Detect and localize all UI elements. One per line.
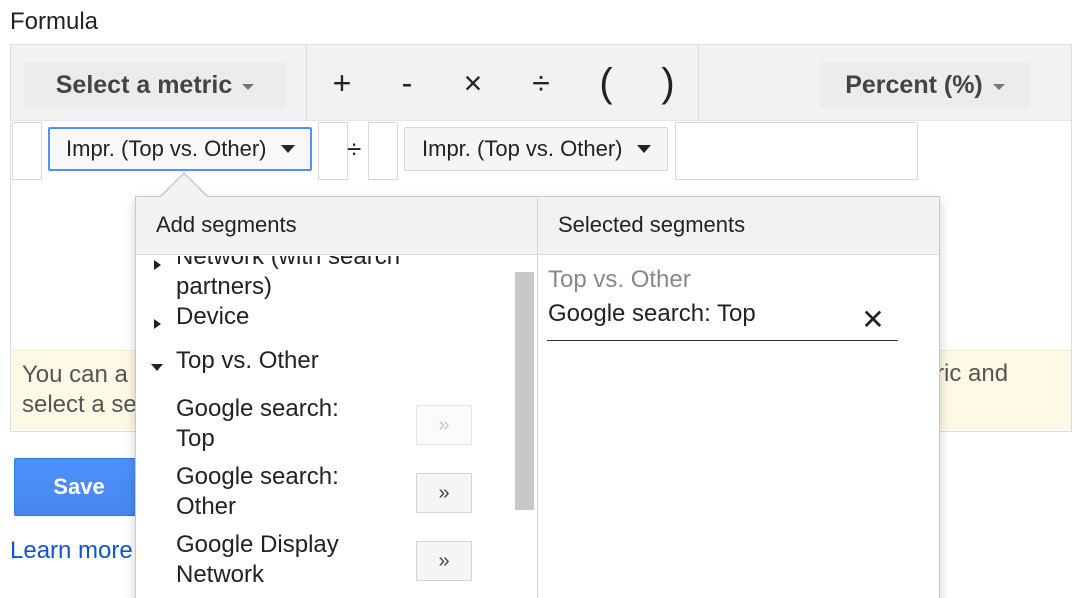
formula-operator: ÷ (347, 134, 362, 164)
selected-group-label: Top vs. Other (548, 266, 691, 293)
multiply-operator-button[interactable]: × (451, 58, 495, 108)
formula-metric-dropdown-right[interactable]: Impr. (Top vs. Other) (404, 127, 668, 171)
format-dropdown[interactable]: Percent (%) (820, 62, 1030, 108)
minus-operator-button[interactable]: - (385, 58, 429, 108)
formula-metric-dropdown-left[interactable]: Impr. (Top vs. Other) (48, 127, 312, 171)
formula-slot[interactable] (368, 122, 398, 180)
info-line-right: ric and (936, 360, 1009, 387)
tree-child-google-search-other: Google search: Other (176, 463, 339, 520)
plus-operator-button[interactable]: + (320, 58, 364, 108)
formula-slot[interactable] (12, 122, 42, 180)
close-paren-button[interactable]: ) (646, 58, 690, 108)
popup-pointer-fill (161, 174, 207, 197)
select-metric-dropdown[interactable]: Select a metric (24, 62, 286, 108)
expand-arrow-icon[interactable] (154, 260, 161, 270)
toolbar-divider (698, 45, 699, 121)
selected-segment-label: Google search: Top (548, 300, 756, 327)
select-metric-label: Select a metric (55, 70, 233, 99)
formula-slot[interactable] (318, 122, 348, 180)
segment-tree[interactable]: Network (with search partners) Device To… (136, 256, 536, 598)
add-segment-button-disabled[interactable]: » (416, 405, 472, 445)
close-icon[interactable]: ✕ (860, 304, 886, 335)
save-button[interactable]: Save (14, 458, 154, 516)
metric-label: Impr. (Top vs. Other) (66, 136, 267, 161)
popup-divider (537, 197, 538, 598)
add-segment-button[interactable]: » (416, 473, 472, 513)
chevron-down-icon (242, 83, 255, 90)
toolbar-divider (306, 45, 307, 121)
divide-operator-button[interactable]: ÷ (519, 58, 563, 108)
chevron-down-icon (992, 83, 1005, 90)
add-segment-button[interactable]: » (416, 541, 472, 581)
formula-slot[interactable] (675, 122, 918, 180)
collapse-arrow-icon[interactable] (151, 364, 163, 371)
triangle-down-icon (636, 145, 651, 153)
format-label: Percent (%) (845, 70, 983, 99)
page-title: Formula (10, 8, 99, 35)
tree-item-network[interactable]: Network (with search partners) (176, 256, 400, 302)
learn-more-link[interactable]: Learn more (10, 537, 133, 565)
metric-label: Impr. (Top vs. Other) (422, 136, 623, 161)
tree-item-top-vs-other[interactable]: Top vs. Other (176, 346, 319, 376)
open-paren-button[interactable]: ( (584, 58, 628, 108)
triangle-down-icon (280, 145, 295, 153)
tree-item-device[interactable]: Device (176, 302, 249, 332)
scrollbar-thumb[interactable] (515, 272, 534, 510)
tree-child-google-display-network: Google Display Network (176, 531, 339, 588)
add-segments-title: Add segments (156, 212, 297, 237)
expand-arrow-icon[interactable] (154, 319, 161, 329)
selected-segments-title: Selected segments (558, 212, 746, 237)
selected-segment-underline (547, 340, 898, 341)
tree-child-google-search-top: Google search: Top (176, 395, 339, 452)
